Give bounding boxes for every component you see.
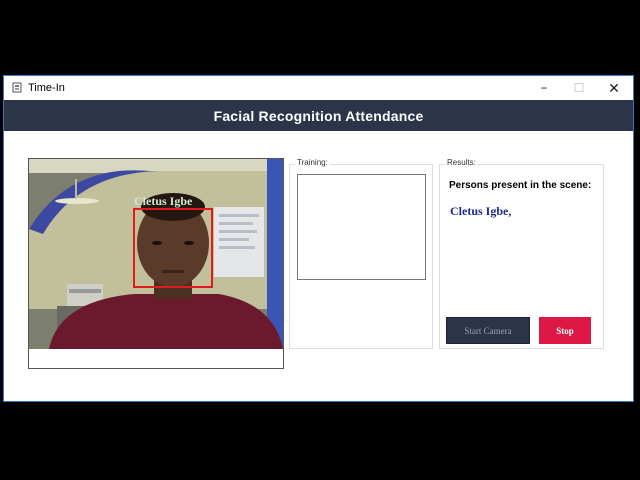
close-icon: ✕ bbox=[608, 79, 620, 96]
minimize-icon: − bbox=[540, 81, 548, 95]
recognized-names: Cletus Igbe, bbox=[450, 204, 512, 218]
training-legend: Training: bbox=[295, 158, 330, 167]
face-name-label: Cletus Igbe bbox=[134, 194, 193, 208]
stop-button[interactable]: Stop bbox=[539, 317, 591, 344]
title-bar[interactable]: Time-In − ☐ ✕ bbox=[4, 76, 633, 100]
minimize-button[interactable]: − bbox=[527, 76, 561, 100]
app-icon bbox=[12, 82, 22, 93]
window-title: Time-In bbox=[28, 82, 65, 94]
results-legend: Results: bbox=[445, 158, 478, 167]
training-group: Training: bbox=[289, 158, 433, 349]
maximize-icon: ☐ bbox=[573, 81, 585, 95]
training-preview-box bbox=[297, 174, 426, 280]
video-feed-frame: Cletus Igbe bbox=[28, 158, 284, 369]
app-window: Time-In − ☐ ✕ Facial Recognition Attenda… bbox=[3, 75, 634, 402]
close-button[interactable]: ✕ bbox=[597, 76, 631, 100]
results-group: Results: Persons present in the scene: C… bbox=[439, 158, 604, 349]
page-title: Facial Recognition Attendance bbox=[4, 100, 633, 131]
start-camera-button[interactable]: Start Camera bbox=[446, 317, 530, 344]
screen-letterbox-top bbox=[0, 0, 640, 73]
camera-feed: Cletus Igbe bbox=[29, 159, 283, 349]
maximize-button[interactable]: ☐ bbox=[562, 76, 596, 100]
face-detection-box bbox=[133, 208, 213, 288]
screen-letterbox-bottom bbox=[0, 407, 640, 480]
persons-present-label: Persons present in the scene: bbox=[449, 180, 592, 191]
